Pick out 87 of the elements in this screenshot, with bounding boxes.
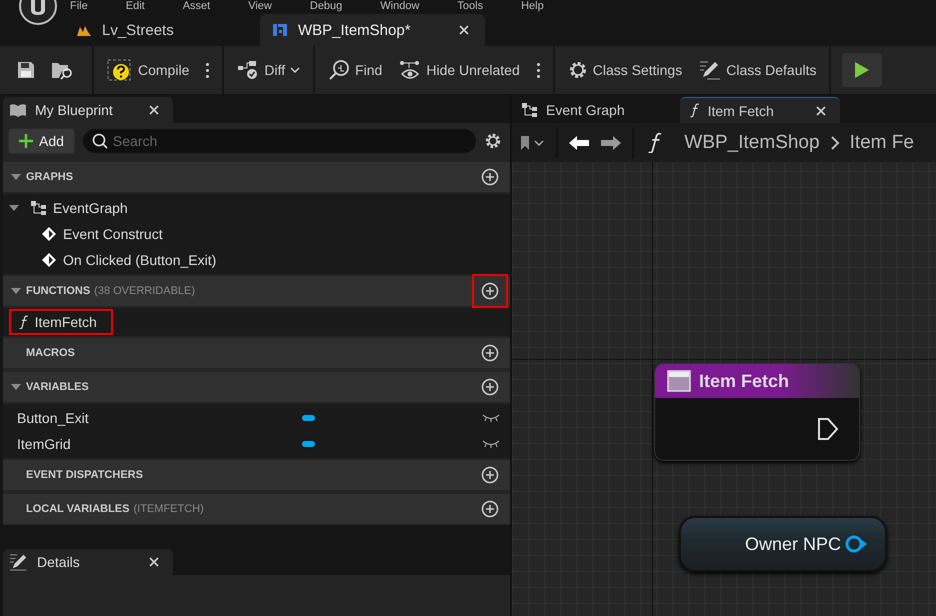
compile-button[interactable]: Compile	[101, 55, 196, 85]
collapse-arrow-icon[interactable]	[9, 204, 19, 212]
breadcrumb-item[interactable]: Item Fe	[850, 132, 914, 154]
close-icon[interactable]	[816, 106, 826, 116]
find-button[interactable]: Find	[322, 55, 388, 85]
menu-item[interactable]: View	[248, 0, 272, 13]
function-icon	[690, 103, 700, 118]
expand-arrow-icon[interactable]	[11, 287, 21, 295]
chevron-right-icon	[830, 134, 840, 150]
menu-item[interactable]: Asset	[182, 0, 210, 13]
plus-icon	[19, 134, 33, 148]
diff-button[interactable]: Diff	[231, 56, 306, 84]
class-defaults-button[interactable]: Class Defaults	[693, 56, 822, 84]
add-button[interactable]: Add	[8, 128, 75, 154]
tree-item[interactable]: On Clicked (Button_Exit)	[33, 247, 224, 273]
section-title: VARIABLES	[26, 381, 90, 393]
tree-item[interactable]: Button_Exit	[9, 405, 97, 431]
play-icon	[854, 61, 870, 79]
chevron-down-icon	[290, 66, 300, 74]
graph-canvas[interactable]: WBP_ItemShop Item Fe Item Fetch Owner NPC	[512, 123, 936, 616]
close-icon[interactable]	[149, 105, 159, 115]
search-icon	[92, 133, 108, 149]
back-arrow-icon[interactable]	[568, 134, 590, 150]
object-pin-icon[interactable]	[845, 534, 869, 554]
section-header[interactable]: GRAPHS	[3, 160, 510, 192]
section-title: GRAPHS	[26, 171, 74, 183]
event-diamond-icon	[41, 226, 57, 242]
forward-arrow-icon[interactable]	[600, 134, 622, 150]
diff-icon	[237, 60, 260, 80]
section-header[interactable]: MACROS	[3, 336, 510, 368]
tree-item[interactable]: Event Construct	[33, 221, 171, 247]
document-tab[interactable]: Lv_Streets	[64, 14, 260, 46]
save-icon[interactable]	[16, 60, 36, 80]
play-button[interactable]	[842, 53, 882, 87]
menu-item[interactable]: Edit	[126, 0, 145, 13]
event-diamond-icon	[41, 252, 57, 268]
tree-item[interactable]: ItemGrid	[9, 431, 79, 457]
bookmark-icon[interactable]	[520, 134, 546, 150]
function-icon	[648, 132, 662, 154]
tree-item[interactable]: EventGraph	[23, 195, 136, 221]
menu-item[interactable]: Window	[380, 0, 420, 13]
function-icon	[19, 314, 29, 330]
search-field[interactable]: Search	[82, 129, 476, 153]
class-settings-button[interactable]: Class Settings	[562, 56, 688, 84]
section-header[interactable]: EVENT DISPATCHERS	[3, 458, 510, 490]
exec-pin-icon[interactable]	[817, 417, 839, 441]
closed-eye-icon[interactable]	[482, 413, 500, 423]
menu-item[interactable]: Help	[521, 0, 544, 13]
settings-icon	[568, 60, 588, 80]
book-icon	[9, 103, 27, 117]
node-title: Item Fetch	[699, 370, 790, 392]
graph-tab[interactable]: Event Graph	[512, 97, 672, 123]
closed-eye-icon[interactable]	[482, 439, 500, 449]
hide-unrelated-button[interactable]: Hide Unrelated	[393, 56, 526, 84]
section-header[interactable]: FUNCTIONS (38 OVERRIDABLE)	[3, 274, 510, 306]
menu-item[interactable]: Tools	[457, 0, 484, 13]
section-title: EVENT DISPATCHERS	[26, 469, 144, 481]
function-entry-node[interactable]: Item Fetch	[654, 363, 860, 461]
graph-icon	[522, 103, 538, 117]
breadcrumb-item[interactable]: WBP_ItemShop	[684, 132, 820, 154]
pencil-icon	[699, 60, 722, 80]
panel-tab[interactable]: My Blueprint	[3, 97, 173, 123]
menu-item[interactable]: Debug	[310, 0, 342, 13]
expand-arrow-icon[interactable]	[11, 173, 21, 181]
compile-status-icon	[107, 59, 133, 81]
variable-node[interactable]: Owner NPC	[679, 516, 887, 572]
function-node-icon	[667, 370, 691, 392]
expand-arrow-icon[interactable]	[11, 383, 21, 391]
search-icon	[328, 59, 350, 81]
document-tab[interactable]: WBP_ItemShop*	[260, 14, 485, 46]
panel-tab[interactable]: Details	[3, 549, 173, 575]
widget-icon	[272, 23, 288, 37]
graph-icon	[31, 201, 47, 215]
menu-item[interactable]: File	[70, 0, 88, 13]
tree-item[interactable]: ItemFetch	[9, 309, 113, 335]
section-title: FUNCTIONS (38 OVERRIDABLE)	[26, 285, 196, 297]
section-title: LOCAL VARIABLES (ITEMFETCH)	[26, 503, 205, 515]
close-icon[interactable]	[149, 557, 159, 567]
settings-icon[interactable]	[484, 132, 502, 150]
section-title: MACROS	[26, 347, 76, 359]
close-icon[interactable]	[459, 25, 469, 35]
section-header[interactable]: LOCAL VARIABLES (ITEMFETCH)	[3, 492, 510, 524]
section-header[interactable]: VARIABLES	[3, 370, 510, 402]
node-title: Owner NPC	[744, 534, 841, 554]
eye-nodes-icon	[399, 60, 422, 80]
graph-tab[interactable]: Item Fetch	[680, 97, 840, 123]
pencil-icon	[9, 553, 29, 571]
